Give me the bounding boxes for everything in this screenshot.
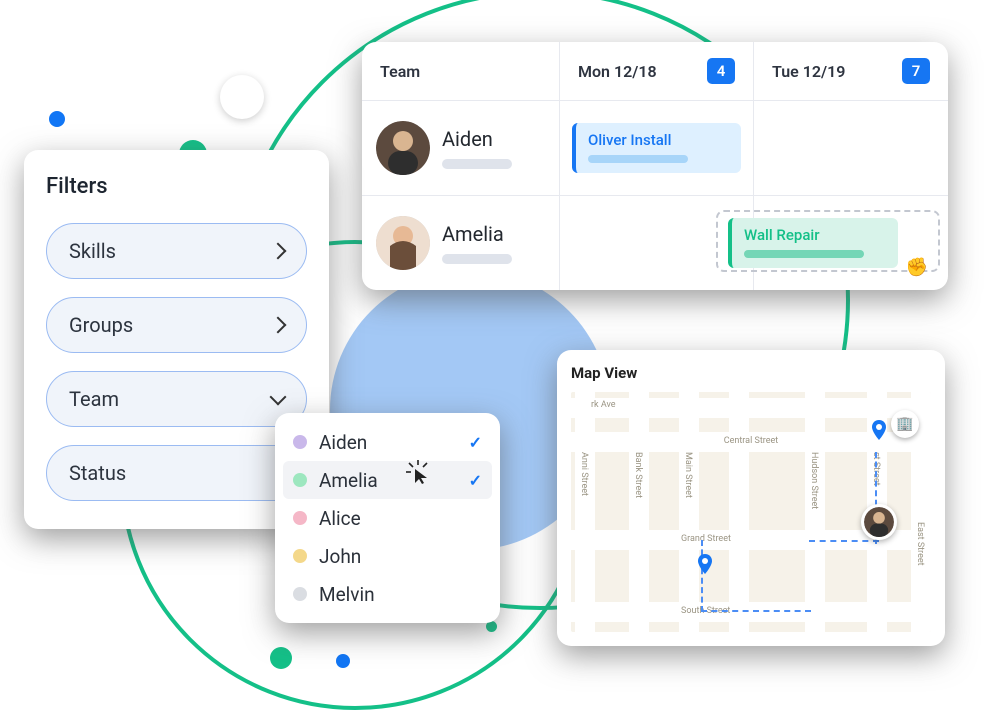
map-route (701, 540, 811, 612)
task-card-oliver-install[interactable]: Oliver Install (572, 123, 741, 173)
team-subline-placeholder (442, 254, 512, 264)
dropdown-label: John (319, 545, 482, 568)
dropdown-item-john[interactable]: John (283, 537, 492, 575)
grab-cursor-icon: ✊ (906, 257, 928, 278)
day-count-badge: 4 (707, 58, 735, 84)
dropdown-item-aiden[interactable]: Aiden ✓ (283, 423, 492, 461)
dropdown-item-alice[interactable]: Alice (283, 499, 492, 537)
chevron-right-icon (270, 243, 287, 260)
schedule-cell[interactable]: Oliver Install (560, 101, 754, 195)
dropdown-item-melvin[interactable]: Melvin (283, 575, 492, 613)
task-title: Wall Repair (744, 226, 886, 244)
filter-label: Team (69, 387, 119, 411)
team-subline-placeholder (442, 159, 512, 169)
map-pin-icon[interactable] (867, 418, 891, 442)
dropdown-label: Aiden (319, 431, 469, 454)
color-swatch (293, 511, 307, 525)
day-label: Mon 12/18 (578, 62, 657, 81)
schedule-cell[interactable] (754, 101, 948, 195)
map-view[interactable]: rk Ave Central Street Grand Street South… (571, 392, 931, 632)
task-title: Oliver Install (588, 131, 729, 149)
street-label: East Street (915, 522, 925, 566)
map-route (809, 540, 879, 542)
map-avatar[interactable] (861, 504, 897, 540)
chevron-down-icon (270, 389, 287, 406)
team-dropdown: Aiden ✓ Amelia ✓ Alice John Melvin (275, 413, 500, 623)
schedule-col-day-header[interactable]: Mon 12/18 4 (560, 42, 754, 100)
team-header-label: Team (380, 62, 420, 81)
avatar (376, 121, 430, 175)
decor-dot (336, 654, 350, 668)
dropdown-label: Amelia (319, 469, 469, 492)
team-member-name: Aiden (442, 127, 545, 151)
team-cell[interactable]: Aiden (362, 101, 560, 195)
filter-label: Status (69, 461, 126, 485)
filters-title: Filters (46, 174, 307, 199)
task-card-wall-repair[interactable]: Wall Repair (728, 218, 898, 268)
schedule-panel: Team Mon 12/18 4 Tue 12/19 7 Aiden (362, 42, 948, 290)
map-title: Map View (571, 364, 931, 382)
schedule-row: Aiden Oliver Install (362, 101, 948, 196)
task-progress-bar (588, 155, 688, 163)
dropdown-label: Melvin (319, 583, 482, 606)
schedule-cell[interactable]: Wall Repair ✊ (754, 196, 948, 290)
check-icon: ✓ (469, 433, 482, 452)
schedule-header: Team Mon 12/18 4 Tue 12/19 7 (362, 42, 948, 101)
color-swatch (293, 549, 307, 563)
filter-groups[interactable]: Groups (46, 297, 307, 353)
map-panel: Map View rk Ave Central Street Grand Str… (557, 350, 945, 646)
decor-dot (220, 75, 264, 119)
schedule-row: Amelia Wall Repair ✊ (362, 196, 948, 290)
color-swatch (293, 435, 307, 449)
day-label: Tue 12/19 (772, 62, 845, 81)
team-cell[interactable]: Amelia (362, 196, 560, 290)
decor-dot (49, 111, 65, 127)
dropdown-label: Alice (319, 507, 482, 530)
street-label: Central Street (724, 436, 778, 446)
day-count-badge: 7 (902, 58, 930, 84)
color-swatch (293, 587, 307, 601)
filter-label: Groups (69, 313, 133, 337)
building-icon[interactable]: 🏢 (891, 410, 919, 438)
chevron-right-icon (270, 317, 287, 334)
team-member-name: Amelia (442, 222, 545, 246)
street-label: Main Street (683, 452, 693, 498)
task-progress-bar (744, 250, 864, 258)
street-label: Bank Street (633, 452, 643, 498)
filter-skills[interactable]: Skills (46, 223, 307, 279)
color-swatch (293, 473, 307, 487)
filter-label: Skills (69, 239, 116, 263)
check-icon: ✓ (469, 471, 482, 490)
filter-team[interactable]: Team (46, 371, 307, 427)
avatar (376, 216, 430, 270)
street-label: rk Ave (591, 400, 616, 410)
filter-status[interactable]: Status (46, 445, 307, 501)
decor-dot (270, 647, 292, 669)
schedule-col-day-header[interactable]: Tue 12/19 7 (754, 42, 948, 100)
dropdown-item-amelia[interactable]: Amelia ✓ (283, 461, 492, 499)
map-pin-icon[interactable] (693, 552, 717, 576)
street-label: Anni Street (579, 452, 589, 496)
schedule-col-team-header: Team (362, 42, 560, 100)
